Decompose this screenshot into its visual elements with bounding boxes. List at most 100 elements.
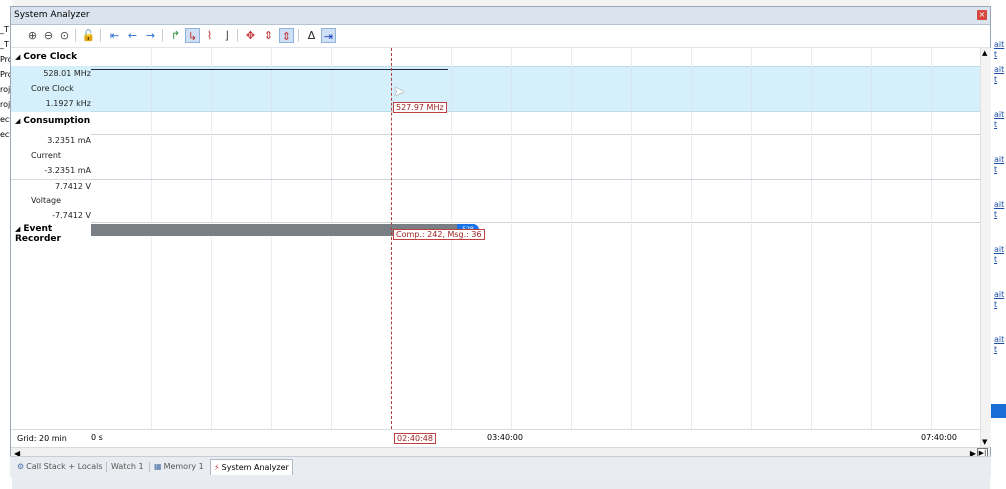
time-axis: Grid: 20 min 0 s 02:40:48 03:40:00 07:40…: [11, 429, 980, 448]
bg-fragment: _T: [0, 25, 9, 34]
bg-link[interactable]: ait: [994, 200, 1004, 209]
title-bar[interactable]: System Analyzer ×: [11, 7, 990, 25]
follow-icon[interactable]: ⇥: [321, 28, 336, 43]
grid-vline: [151, 48, 153, 429]
tab-memory-1[interactable]: ▦ Memory 1: [151, 459, 207, 474]
toolbar-separator: [237, 29, 238, 42]
tab-watch-1[interactable]: Watch 1: [108, 459, 147, 474]
grid-vline: [751, 48, 753, 429]
event-recorder-cursor-value: Comp.: 242, Msg.: 36: [393, 229, 485, 240]
consumption-group[interactable]: ◢ Consumption: [15, 116, 90, 126]
callstack-icon: ⚙: [17, 462, 25, 471]
current-min: -3.2351 mA: [44, 166, 91, 175]
system-analyzer-window: System Analyzer × ⊕ ⊖ ⊙ 🔓 ⇤ ← → ↱ ↳ ⌇ ⌋ …: [10, 6, 991, 476]
collapse-triangle-icon[interactable]: ◢: [15, 53, 20, 61]
bg-link[interactable]: t: [994, 50, 997, 59]
tick-start: 0 s: [91, 433, 103, 442]
jump-prev-icon[interactable]: ←: [125, 28, 140, 43]
toolbar: ⊕ ⊖ ⊙ 🔓 ⇤ ← → ↱ ↳ ⌇ ⌋ ✥ ⇕ ⇕ Δ ⇥: [11, 25, 990, 48]
tick-mid: 03:40:00: [487, 433, 523, 442]
event-recorder-header: Event Recorder: [15, 224, 61, 244]
tab-label: Memory 1: [163, 462, 204, 471]
zoom-in-icon[interactable]: ⊕: [25, 28, 40, 43]
expand-signal-icon[interactable]: ⇕: [261, 28, 276, 43]
core-clock-signal-line: [91, 69, 448, 70]
analyzer-icon: ⚡: [214, 463, 220, 472]
tab-call-stack[interactable]: ⚙ Call Stack + Locals: [14, 459, 106, 474]
bg-link[interactable]: ait: [994, 40, 1004, 49]
toolbar-separator: [100, 29, 101, 42]
bg-link[interactable]: t: [994, 345, 997, 354]
memory-icon: ▦: [154, 462, 162, 471]
bg-link[interactable]: t: [994, 120, 997, 129]
mouse-pointer-icon: ➤: [393, 84, 405, 100]
bg-link[interactable]: ait: [994, 155, 1004, 164]
tick-end: 07:40:00: [921, 433, 957, 442]
grid-vline: [931, 48, 933, 429]
collapse-triangle-icon[interactable]: ◢: [15, 117, 20, 125]
scroll-up-icon[interactable]: ▲: [982, 49, 987, 57]
grid-vline: [571, 48, 573, 429]
core-clock-group[interactable]: ◢ Core Clock: [15, 52, 77, 62]
voltage-min: -7.7412 V: [52, 211, 91, 220]
jump-rising-edge-icon[interactable]: ↱: [168, 28, 183, 43]
bg-link[interactable]: t: [994, 300, 997, 309]
close-button[interactable]: ×: [977, 10, 987, 20]
bg-link[interactable]: ait: [994, 65, 1004, 74]
set-marker-b-icon[interactable]: ⌋: [219, 28, 234, 43]
vertical-scrollbar[interactable]: ▲ ▼: [980, 48, 991, 447]
grid-vline: [511, 48, 513, 429]
background-right-panel: ait t ait t ait t ait t ait t ait t ait …: [990, 0, 1006, 489]
lock-icon[interactable]: 🔓: [81, 28, 96, 43]
grid-hline: [91, 134, 980, 135]
bg-link[interactable]: t: [994, 75, 997, 84]
voltage-name: Voltage: [31, 196, 62, 205]
grid-vline: [811, 48, 813, 429]
grid-vline: [211, 48, 213, 429]
tab-separator: [149, 462, 150, 472]
bg-link[interactable]: ait: [994, 245, 1004, 254]
move-marker-icon[interactable]: ✥: [243, 28, 258, 43]
bg-link[interactable]: ait: [994, 335, 1004, 344]
divider: [11, 179, 91, 180]
set-marker-a-icon[interactable]: ⌇: [202, 28, 217, 43]
core-clock-header: Core Clock: [23, 52, 78, 62]
bg-fragment: roj: [0, 85, 11, 94]
signal-labels-panel: ◢ Core Clock 528.01 MHz Core Clock 1.1927…: [11, 48, 92, 429]
bg-selected-row: [990, 404, 1006, 418]
grid-vline: [871, 48, 873, 429]
grid-hline: [91, 222, 980, 223]
bg-link[interactable]: ait: [994, 110, 1004, 119]
bottom-tab-bar: ⚙ Call Stack + Locals Watch 1 ▦ Memory 1 ⚡…: [10, 456, 991, 477]
grid-vline: [331, 48, 333, 429]
core-clock-label-band[interactable]: 528.01 MHz Core Clock 1.1927 kHz: [11, 66, 91, 112]
scroll-down-icon[interactable]: ▼: [982, 438, 987, 446]
zoom-all-icon[interactable]: ⊙: [57, 28, 72, 43]
core-clock-max: 528.01 MHz: [43, 69, 91, 78]
grid-vline: [691, 48, 693, 429]
bg-fragment: roj: [0, 100, 11, 109]
grid-size-label: Grid: 20 min: [17, 434, 67, 443]
core-clock-band[interactable]: [91, 66, 980, 112]
jump-first-icon[interactable]: ⇤: [107, 28, 122, 43]
jump-next-icon[interactable]: →: [143, 28, 158, 43]
delta-icon[interactable]: Δ: [304, 28, 319, 43]
tab-system-analyzer[interactable]: ⚡ System Analyzer: [210, 459, 293, 475]
jump-falling-edge-icon[interactable]: ↳: [185, 28, 200, 43]
event-recorder-group[interactable]: ◢ Event Recorder: [15, 224, 91, 244]
core-clock-min: 1.1927 kHz: [45, 99, 91, 108]
bg-fragment: _T: [0, 40, 9, 49]
window-title: System Analyzer: [14, 10, 90, 20]
bg-link[interactable]: t: [994, 255, 997, 264]
bg-link[interactable]: t: [994, 165, 997, 174]
cursor-icon[interactable]: ⇕: [279, 28, 294, 43]
core-clock-name: Core Clock: [31, 84, 74, 93]
zoom-out-icon[interactable]: ⊖: [41, 28, 56, 43]
cursor-time: 02:40:48: [394, 433, 436, 444]
tab-label: System Analyzer: [221, 463, 289, 472]
timeline-plot[interactable]: 528 527.97 MHz Comp.: 242, Msg.: 36 ➤: [91, 48, 980, 429]
grid-vline: [631, 48, 633, 429]
collapse-triangle-icon[interactable]: ◢: [15, 225, 20, 233]
bg-link[interactable]: ait: [994, 290, 1004, 299]
bg-link[interactable]: t: [994, 210, 997, 219]
